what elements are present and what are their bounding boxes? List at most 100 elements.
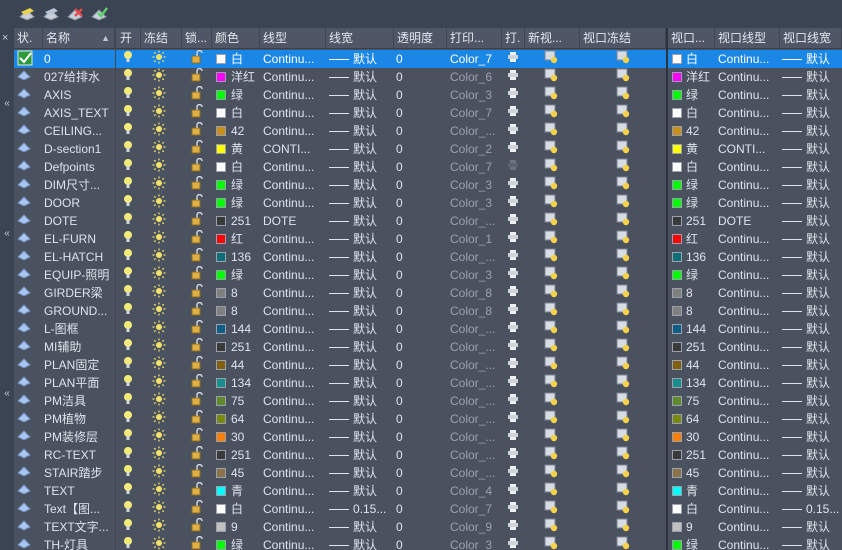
plot-printer-icon[interactable] [507,122,519,140]
layer-row[interactable]: 0 白 Continu... 默认 0 Color_7 白 Continu... 默认 [14,50,842,68]
vp-freeze-icon[interactable] [616,338,632,356]
layer-transparency[interactable]: 0 [396,266,436,284]
vp-linetype[interactable]: Continu... [718,320,778,338]
new-vp-freeze-icon[interactable] [544,392,560,410]
layer-color-name[interactable]: 251 [231,212,259,230]
layer-lineweight[interactable]: 默认 [353,302,393,320]
layer-unlock-icon[interactable] [190,104,206,122]
vp-freeze-icon[interactable] [616,140,632,158]
color-swatch[interactable] [216,216,226,226]
layer-transparency[interactable]: 0 [396,482,436,500]
layer-thaw-sun-icon[interactable] [152,122,168,140]
layer-status-icon[interactable] [17,500,35,518]
layer-status-icon[interactable] [17,176,35,194]
plot-printer-icon[interactable] [507,374,519,392]
vp-linetype[interactable]: Continu... [718,176,778,194]
layer-on-bulb-icon[interactable] [123,338,135,356]
layer-name[interactable]: Text【图... [44,500,114,518]
vp-linetype[interactable]: Continu... [718,392,778,410]
plot-printer-icon[interactable] [507,392,519,410]
vp-color-name[interactable]: 134 [686,374,714,392]
vp-color-name[interactable]: 8 [686,302,714,320]
vp-freeze-icon[interactable] [616,392,632,410]
vp-color-swatch[interactable] [672,468,682,478]
color-swatch[interactable] [216,126,226,136]
vp-linetype[interactable]: Continu... [718,518,778,536]
plot-printer-icon[interactable] [507,446,519,464]
layer-transparency[interactable]: 0 [396,248,436,266]
vp-lineweight[interactable]: 默认 [806,104,842,122]
layer-row[interactable]: GIRDER梁 8 Continu... 默认 0 Color_8 8 Continu... 默… [14,284,842,302]
vp-freeze-icon[interactable] [616,374,632,392]
vp-freeze-icon[interactable] [616,176,632,194]
layer-linetype[interactable]: Continu... [263,302,325,320]
layer-name[interactable]: PM洁具 [44,392,114,410]
color-swatch[interactable] [216,234,226,244]
vp-freeze-icon[interactable] [616,230,632,248]
plot-printer-icon[interactable] [507,302,519,320]
vp-color-swatch[interactable] [672,54,682,64]
layer-row[interactable]: PM植物 64 Continu... 默认 0 Color_... 64 Continu...… [14,410,842,428]
color-swatch[interactable] [216,162,226,172]
vp-freeze-icon[interactable] [616,428,632,446]
layer-status-icon[interactable] [17,320,35,338]
layer-unlock-icon[interactable] [190,68,206,86]
layer-status-icon[interactable] [17,86,35,104]
vp-color-name[interactable]: 白 [686,104,714,122]
layer-row[interactable]: TEXT文字... 9 Continu... 默认 0 Color_9 9 Continu..… [14,518,842,536]
plot-printer-icon[interactable] [507,158,519,176]
layer-thaw-sun-icon[interactable] [152,212,168,230]
layer-linetype[interactable]: Continu... [263,464,325,482]
layer-transparency[interactable]: 0 [396,374,436,392]
layer-thaw-sun-icon[interactable] [152,518,168,536]
layer-name[interactable]: AXIS_TEXT [44,104,114,122]
vp-lineweight[interactable]: 默认 [806,518,842,536]
layer-color-name[interactable]: 136 [231,248,259,266]
layer-row[interactable]: PLAN平面 134 Continu... 默认 0 Color_... 134 Contin… [14,374,842,392]
new-vp-freeze-icon[interactable] [544,320,560,338]
vp-freeze-icon[interactable] [616,122,632,140]
layer-color-name[interactable]: 黄 [231,140,259,158]
vp-lineweight[interactable]: 默认 [806,176,842,194]
layer-on-bulb-icon[interactable] [123,50,135,68]
color-swatch[interactable] [216,306,226,316]
vp-color-swatch[interactable] [672,432,682,442]
color-swatch[interactable] [216,450,226,460]
layer-transparency[interactable]: 0 [396,176,436,194]
vp-linetype[interactable]: Continu... [718,284,778,302]
vp-linetype[interactable]: Continu... [718,194,778,212]
layer-transparency[interactable]: 0 [396,410,436,428]
col-on[interactable]: 开 [117,28,141,48]
layer-thaw-sun-icon[interactable] [152,248,168,266]
new-vp-freeze-icon[interactable] [544,194,560,212]
layer-name[interactable]: PLAN平面 [44,374,114,392]
layer-transparency[interactable]: 0 [396,68,436,86]
vp-lineweight[interactable]: 默认 [806,536,842,550]
vp-linetype[interactable]: Continu... [718,338,778,356]
plot-printer-icon[interactable] [507,518,519,536]
plot-printer-icon[interactable] [507,194,519,212]
layer-status-icon[interactable] [17,410,35,428]
vp-color-swatch[interactable] [672,522,682,532]
layer-row[interactable]: EQUIP-照明绿 Continu... 默认 0 Color_3 绿 Continu...… [14,266,842,284]
vp-lineweight[interactable]: 默认 [806,122,842,140]
vp-linetype[interactable]: Continu... [718,500,778,518]
color-swatch[interactable] [216,180,226,190]
layer-status-icon[interactable] [17,374,35,392]
layer-on-bulb-icon[interactable] [123,194,135,212]
layer-lineweight[interactable]: 默认 [353,482,393,500]
vp-color-swatch[interactable] [672,180,682,190]
layer-transparency[interactable]: 0 [396,464,436,482]
layer-row[interactable]: TH-灯具绿 Continu... 默认 0 Color_3 绿 Continu... 默认 [14,536,842,550]
layer-color-name[interactable]: 8 [231,302,259,320]
new-vp-freeze-icon[interactable] [544,356,560,374]
layer-name[interactable]: TEXT文字... [44,518,114,536]
col-status[interactable]: 状. [14,28,43,48]
layer-on-bulb-icon[interactable] [123,446,135,464]
new-vp-freeze-icon[interactable] [544,482,560,500]
vp-freeze-icon[interactable] [616,248,632,266]
layer-linetype[interactable]: Continu... [263,68,325,86]
new-layer-icon[interactable] [18,6,36,22]
layer-name[interactable]: 027给排水 [44,68,114,86]
layer-thaw-sun-icon[interactable] [152,140,168,158]
